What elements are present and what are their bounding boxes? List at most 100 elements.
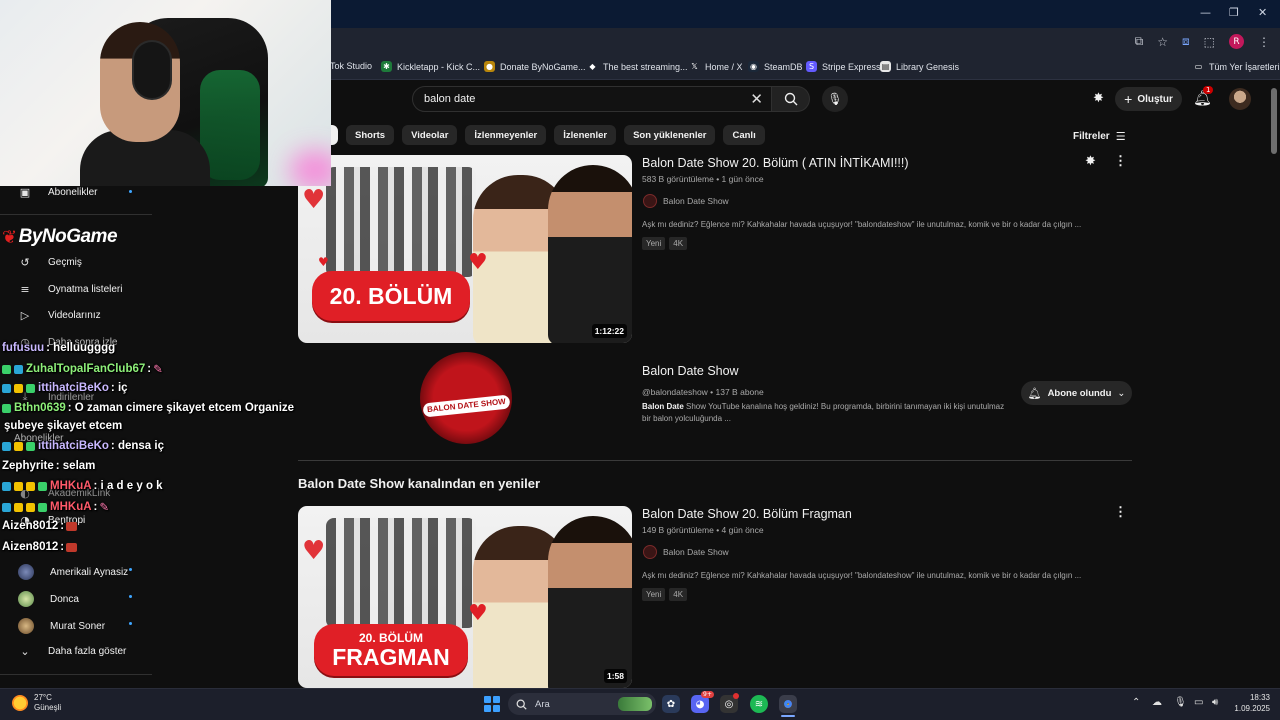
channel-name[interactable]: Balon Date Show <box>642 364 739 378</box>
video-title[interactable]: Balon Date Show 20. Bölüm ( ATIN İNTİKAM… <box>642 156 909 170</box>
minimize-icon[interactable]: — <box>1200 6 1211 19</box>
chip-videos[interactable]: Videolar <box>402 125 458 145</box>
sidebar-channel-donca[interactable]: Donca <box>18 591 132 607</box>
cloud-icon[interactable]: ☁ <box>1152 697 1162 708</box>
active-app-indicator <box>781 715 795 717</box>
taskbar-app-icon[interactable]: ✿ <box>662 695 680 713</box>
weather-widget[interactable]: 27°C Güneşli <box>12 693 61 713</box>
channel-avatar-large[interactable]: BALON DATE SHOW <box>420 352 512 444</box>
heart-icon: ♥ <box>468 601 488 626</box>
chip-recent[interactable]: Son yüklenenler <box>624 125 716 145</box>
cast-icon[interactable]: ⧉ <box>1135 34 1144 49</box>
volume-icon[interactable]: 🔊︎ <box>1212 697 1218 708</box>
search-input[interactable]: balon date ✕ <box>412 86 772 112</box>
thumbnail-person <box>548 165 632 343</box>
profile-avatar[interactable]: R <box>1229 34 1244 49</box>
bookmark-item[interactable]: ● Donate ByNoGame... <box>484 61 586 72</box>
tray-overflow-icon[interactable]: ⌃ <box>1132 697 1140 708</box>
chat-badge-icon <box>14 364 23 374</box>
chip-shorts[interactable]: Shorts <box>346 125 395 145</box>
bookmark-item[interactable]: ▤ Library Genesis <box>880 61 959 72</box>
video-title[interactable]: Balon Date Show 20. Bölüm Fragman <box>642 507 852 521</box>
more-options-icon[interactable]: ⋮ <box>1114 153 1127 169</box>
chip-unwatched[interactable]: İzlenmeyenler <box>465 125 547 145</box>
tag-new: Yeni <box>642 237 666 250</box>
bookmark-item[interactable]: S Stripe Express <box>806 61 881 72</box>
maximize-icon[interactable]: ❐ <box>1229 6 1239 19</box>
chrome-icon[interactable] <box>779 695 797 713</box>
network-icon[interactable]: ▭ <box>1194 697 1203 708</box>
page-scrollbar[interactable] <box>1270 80 1279 688</box>
more-options-icon[interactable]: ⋮ <box>1114 504 1127 520</box>
taskbar-search[interactable]: Ara <box>508 693 656 715</box>
chat-message: Zephyrite : selam <box>2 460 96 472</box>
sidebar-item-subscriptions[interactable]: ▣ Abonelikler <box>18 186 132 199</box>
pink-light <box>290 150 331 186</box>
chat-badge-icon <box>2 481 11 491</box>
chat-badge-icon <box>2 502 11 512</box>
user-avatar[interactable] <box>1229 88 1251 110</box>
sidebar-item-playlists[interactable]: ≡ Oynatma listeleri <box>18 283 122 296</box>
history-icon: ↺ <box>20 256 30 269</box>
extensions-icon[interactable]: ⬚ <box>1204 35 1215 49</box>
discord-icon[interactable]: ◕ 9+ <box>691 691 714 713</box>
filters-button[interactable]: Filtreler ☰ <box>1073 130 1126 143</box>
chat-badge-icon <box>26 502 35 512</box>
chip-live[interactable]: Canlı <box>723 125 765 145</box>
sidebar-channel-amerikali-aynasiz[interactable]: Amerikali Aynasiz <box>18 564 132 580</box>
taskbar-clock[interactable]: 18:33 1.09.2025 <box>1230 693 1270 715</box>
bookmark-item[interactable]: ◉ SteamDB <box>748 61 803 72</box>
bookmark-item[interactable]: ✱ Kickletapp - Kick C... <box>381 61 480 72</box>
create-button[interactable]: + Oluştur <box>1115 87 1182 111</box>
channel-avatar <box>18 618 34 634</box>
new-content-dot <box>129 595 132 598</box>
chat-message: Aizen8012 : <box>2 520 78 532</box>
voice-search-button[interactable]: 🎙 <box>822 86 848 112</box>
video-thumbnail[interactable]: 20. BÖLÜM ♥ ♥ ♥ 1:12:22 <box>298 155 632 343</box>
ai-sparkle-icon[interactable]: ✸ <box>1093 91 1104 106</box>
webcam-overlay <box>0 0 331 186</box>
bookmark-item[interactable]: ◆ The best streaming... <box>587 61 687 72</box>
chat-badge-icon <box>26 441 35 451</box>
obs-icon[interactable]: ◎ <box>720 693 739 713</box>
subscribed-button[interactable]: 🔔︎ Abone olundu ⌄ <box>1021 381 1132 405</box>
channel-avatar <box>643 545 657 559</box>
bookmark-item[interactable]: 𝕏 Home / X <box>689 61 742 72</box>
streaming-icon: ◆ <box>589 62 596 71</box>
subscriptions-icon: ▣ <box>19 186 31 199</box>
sidebar-item-history[interactable]: ↺ Geçmiş <box>18 256 82 269</box>
scrollbar-thumb[interactable] <box>1271 88 1277 154</box>
sidebar-item-your-videos[interactable]: ▷ Videolarınız <box>18 309 101 322</box>
video-channel[interactable]: Balon Date Show <box>643 545 729 559</box>
translate-icon[interactable]: ⧈ <box>1182 34 1190 49</box>
sun-icon <box>12 695 28 711</box>
chat-badge-icon <box>26 481 35 491</box>
channel-avatar <box>643 194 657 208</box>
chat-badge-icon <box>14 481 23 491</box>
mic-tray-icon[interactable]: 🎙 <box>1174 697 1187 708</box>
sidebar-divider <box>0 674 152 675</box>
menu-kebab-icon[interactable]: ⋮ <box>1258 35 1270 49</box>
all-bookmarks[interactable]: ▭ Tüm Yer İşaretleri <box>1193 61 1280 72</box>
close-window-icon[interactable]: ✕ <box>1258 6 1267 19</box>
bookmark-star-icon[interactable]: ☆ <box>1157 35 1168 49</box>
chat-emote-icon: ✎ <box>99 500 110 514</box>
sidebar-channel-murat-soner[interactable]: Murat Soner <box>18 618 132 634</box>
windows-start-button[interactable] <box>484 696 500 712</box>
spotify-icon[interactable]: ≋ <box>750 695 768 713</box>
chip-watched[interactable]: İzlenenler <box>554 125 617 145</box>
video-channel[interactable]: Balon Date Show <box>643 194 729 208</box>
search-button[interactable] <box>772 86 810 112</box>
clear-search-icon[interactable]: ✕ <box>750 90 763 108</box>
notifications-button[interactable]: 🔔︎ 1 <box>1193 86 1214 107</box>
video-thumbnail[interactable]: 20. BÖLÜM FRAGMAN ♥ ♥ 1:58 <box>298 506 632 688</box>
filter-chips: Shorts Videolar İzlenmeyenler İzlenenler… <box>318 125 765 145</box>
channel-meta: @balondateshow • 137 B abone <box>642 387 764 397</box>
ai-sparkle-icon[interactable]: ✸ <box>1085 154 1096 169</box>
chat-message: MHKuA : i a d e y o k <box>2 480 163 492</box>
sidebar-show-more[interactable]: ⌄ Daha fazla göster <box>18 645 126 658</box>
section-title: Balon Date Show kanalından en yeniler <box>298 476 541 491</box>
chat-message-continued: şubeye şikayet etcem <box>4 420 123 432</box>
chat-badge-icon <box>2 383 11 393</box>
bookmark-item[interactable]: Tok Studio <box>330 61 372 71</box>
